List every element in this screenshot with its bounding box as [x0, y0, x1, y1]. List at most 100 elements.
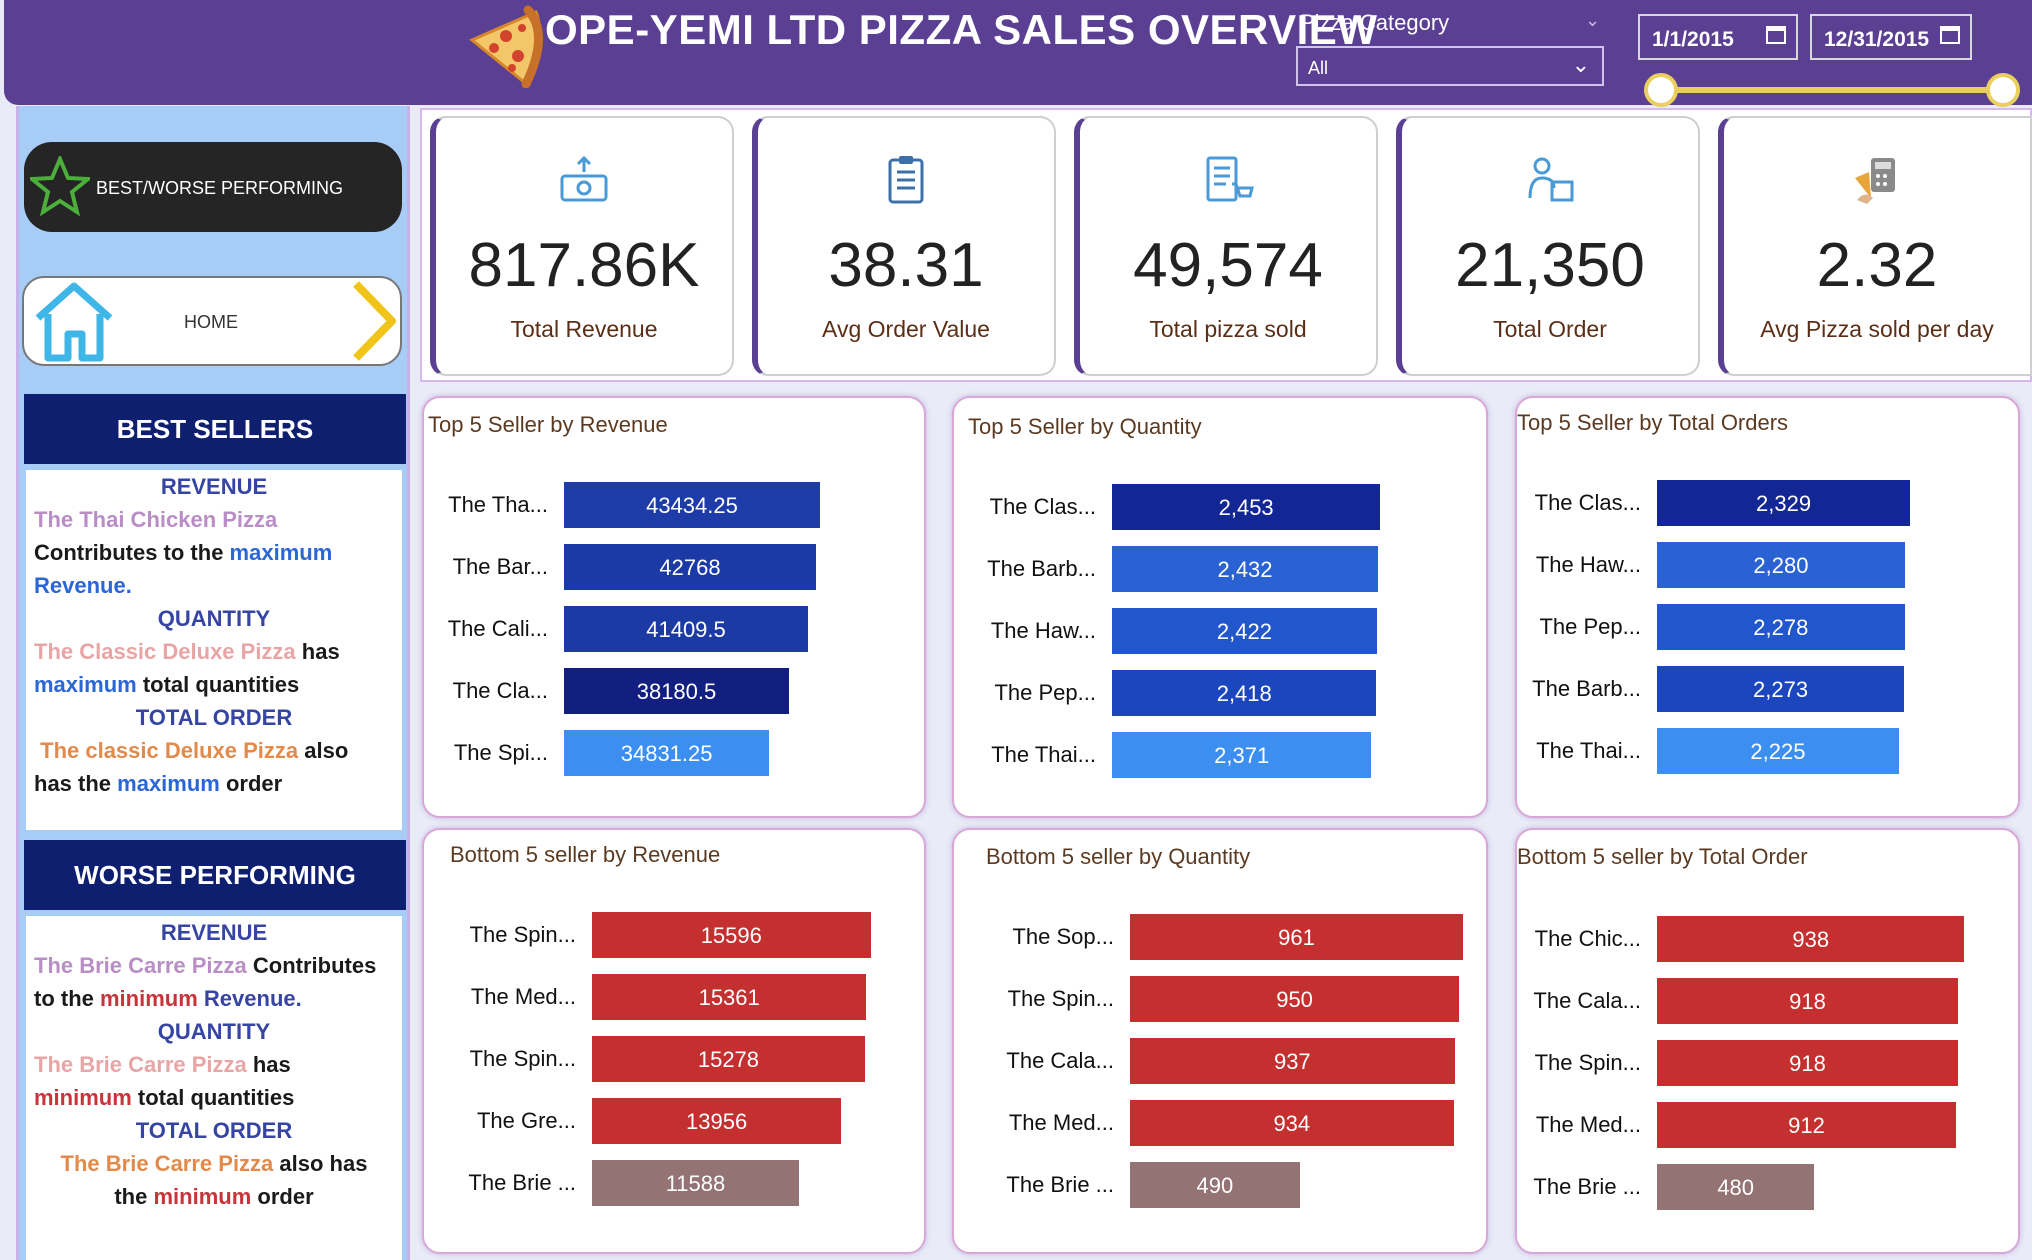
bar-value-label: 15361	[698, 985, 760, 1010]
best-revenue-heading: REVENUE	[160, 474, 268, 499]
bar-value-label: 950	[1276, 987, 1313, 1012]
kpi-card-avg-order-value: 38.31 Avg Order Value	[752, 116, 1056, 376]
kpi-label: Avg Pizza sold per day	[1760, 316, 1994, 342]
chart-top-quantity: Top 5 Seller by Quantity The Clas... 2,453…	[952, 396, 1488, 818]
category-label: The Spin...	[1534, 1050, 1641, 1075]
page-title: OPE-YEMI LTD PIZZA SALES OVERVIEW	[545, 6, 1378, 53]
category-label: The Sop...	[1012, 924, 1114, 949]
worse-performing-header: WORSE PERFORMING	[24, 840, 406, 910]
category-label: The Bar...	[452, 554, 548, 579]
bar-value-label: 918	[1789, 989, 1826, 1014]
category-label: The Cala...	[1533, 988, 1641, 1013]
best-revenue-text-2: Revenue.	[34, 573, 132, 598]
calendar-icon	[1940, 26, 1960, 44]
kpi-value: 817.86K	[468, 231, 700, 300]
best-order-heading: TOTAL ORDER	[135, 705, 293, 730]
bar-value-label: 480	[1717, 1175, 1755, 1200]
kpi-label: Total Order	[1493, 316, 1607, 342]
category-label: The Spin...	[469, 1046, 576, 1071]
bar-value-label: 2,453	[1218, 495, 1274, 520]
bar-value-label: 15278	[697, 1047, 760, 1072]
clipboard-icon	[888, 156, 924, 204]
chart-title: Top 5 Seller by Quantity	[968, 414, 1202, 439]
category-label: The Med...	[1008, 1110, 1114, 1135]
bar-value-label: 938	[1792, 927, 1830, 952]
category-dropdown-value: All	[1308, 58, 1329, 78]
chevron-right-icon	[353, 281, 396, 361]
chevron-down-icon: ⌄	[1571, 52, 1590, 77]
kpi-value: 21,350	[1455, 231, 1645, 300]
kpi-value: 38.31	[828, 231, 984, 300]
bar-value-label: 2,418	[1216, 681, 1272, 706]
category-label: The Spin...	[469, 922, 576, 947]
kpi-card-total-order: 21,350 Total Order	[1396, 116, 1700, 376]
bar-value-label: 2,278	[1753, 615, 1809, 640]
home-label: HOME	[184, 312, 238, 332]
delivery-icon	[1528, 157, 1574, 202]
category-label: The Tha...	[448, 492, 548, 517]
best-order-text-2: has the maximum order	[34, 771, 283, 796]
bar-value-label: 42768	[659, 555, 721, 580]
kpi-card-total-revenue: 817.86K Total Revenue	[430, 116, 734, 376]
chart-top-revenue: Top 5 Seller by Revenue The Tha... 43434.2…	[422, 396, 926, 818]
worse-revenue-heading: REVENUE	[160, 920, 268, 945]
best-order-text: The classic Deluxe Pizza also	[40, 738, 349, 763]
kpi-label: Total pizza sold	[1149, 316, 1307, 342]
category-label: The Clas...	[989, 494, 1096, 519]
category-label: The Brie ...	[1006, 1172, 1114, 1197]
bar-value-label: 961	[1278, 925, 1315, 950]
bar-value-label: 38180.5	[636, 679, 717, 704]
chart-bottom-revenue: Bottom 5 seller by Revenue The Spin... 155…	[422, 828, 926, 1254]
home-icon	[35, 282, 113, 362]
category-label: The Clas...	[1534, 490, 1641, 515]
best-quantity-heading: QUANTITY	[157, 606, 271, 631]
category-label: The Pep...	[994, 680, 1096, 705]
category-label: The Spi...	[453, 740, 548, 765]
worse-quantity-heading: QUANTITY	[157, 1019, 271, 1044]
slider-start-handle[interactable]	[1644, 73, 1678, 107]
kpi-value: 2.32	[1816, 231, 1938, 300]
category-label: The Chic...	[1534, 926, 1641, 951]
kpi-label: Avg Order Value	[822, 316, 990, 342]
chart-title: Top 5 Seller by Revenue	[428, 412, 668, 437]
category-label: The Haw...	[1535, 552, 1641, 577]
bar-value-label: 912	[1788, 1113, 1825, 1138]
category-dropdown[interactable]: All ⌄	[1296, 46, 1604, 86]
chart-title: Top 5 Seller by Total Orders	[1517, 410, 1789, 435]
bar-value-label: 2,280	[1753, 553, 1809, 578]
home-button[interactable]: HOME	[22, 276, 402, 366]
date-end-input[interactable]: 12/31/2015	[1810, 14, 1972, 60]
pizza-slice-icon	[469, 5, 543, 88]
date-range-slider[interactable]	[1660, 87, 2004, 93]
bar-value-label: 43434.25	[646, 493, 738, 518]
slider-end-handle[interactable]	[1986, 73, 2020, 107]
best-sellers-summary: REVENUE The Thai Chicken Pizza Contribut…	[26, 470, 402, 830]
best-sellers-header: BEST SELLERS	[24, 394, 406, 464]
bar-value-label: 490	[1196, 1173, 1234, 1198]
kpi-card-total-pizza-sold: 49,574 Total pizza sold	[1074, 116, 1378, 376]
bar-value-label: 934	[1273, 1111, 1311, 1136]
bar-value-label: 2,371	[1214, 743, 1270, 768]
kpi-card-avg-pizza-per-day: 2.32 Avg Pizza sold per day	[1718, 116, 2032, 376]
category-label: The Cali...	[447, 616, 548, 641]
cart-list-icon	[1206, 156, 1254, 202]
date-start-input[interactable]: 1/1/2015	[1638, 14, 1798, 60]
kpi-value: 49,574	[1133, 231, 1323, 300]
worse-order-heading: TOTAL ORDER	[135, 1118, 293, 1143]
category-label: The Cala...	[1006, 1048, 1114, 1073]
best-quantity-text-2: maximum total quantities	[34, 672, 300, 697]
date-end-value: 12/31/2015	[1824, 28, 1930, 51]
bar-value-label: 13956	[686, 1109, 748, 1134]
category-label: The Brie ...	[468, 1170, 576, 1195]
category-label: The Med...	[470, 984, 576, 1009]
date-start-value: 1/1/2015	[1652, 28, 1734, 51]
bar-value-label: 2,329	[1756, 491, 1812, 516]
category-filter-label: Pizza Category	[1300, 10, 1450, 35]
chart-title: Bottom 5 seller by Total Order	[1517, 844, 1808, 869]
chevron-down-icon[interactable]: ⌄	[1585, 10, 1600, 31]
category-label: The Brie ...	[1533, 1174, 1641, 1199]
chart-top-orders: Top 5 Seller by Total Orders The Clas... 2…	[1515, 396, 2020, 818]
best-worse-performing-button[interactable]: BEST/WORSE PERFORMING	[24, 142, 402, 232]
kpi-label: Total Revenue	[510, 316, 658, 342]
best-revenue-pizza: The Thai Chicken Pizza	[34, 507, 278, 532]
